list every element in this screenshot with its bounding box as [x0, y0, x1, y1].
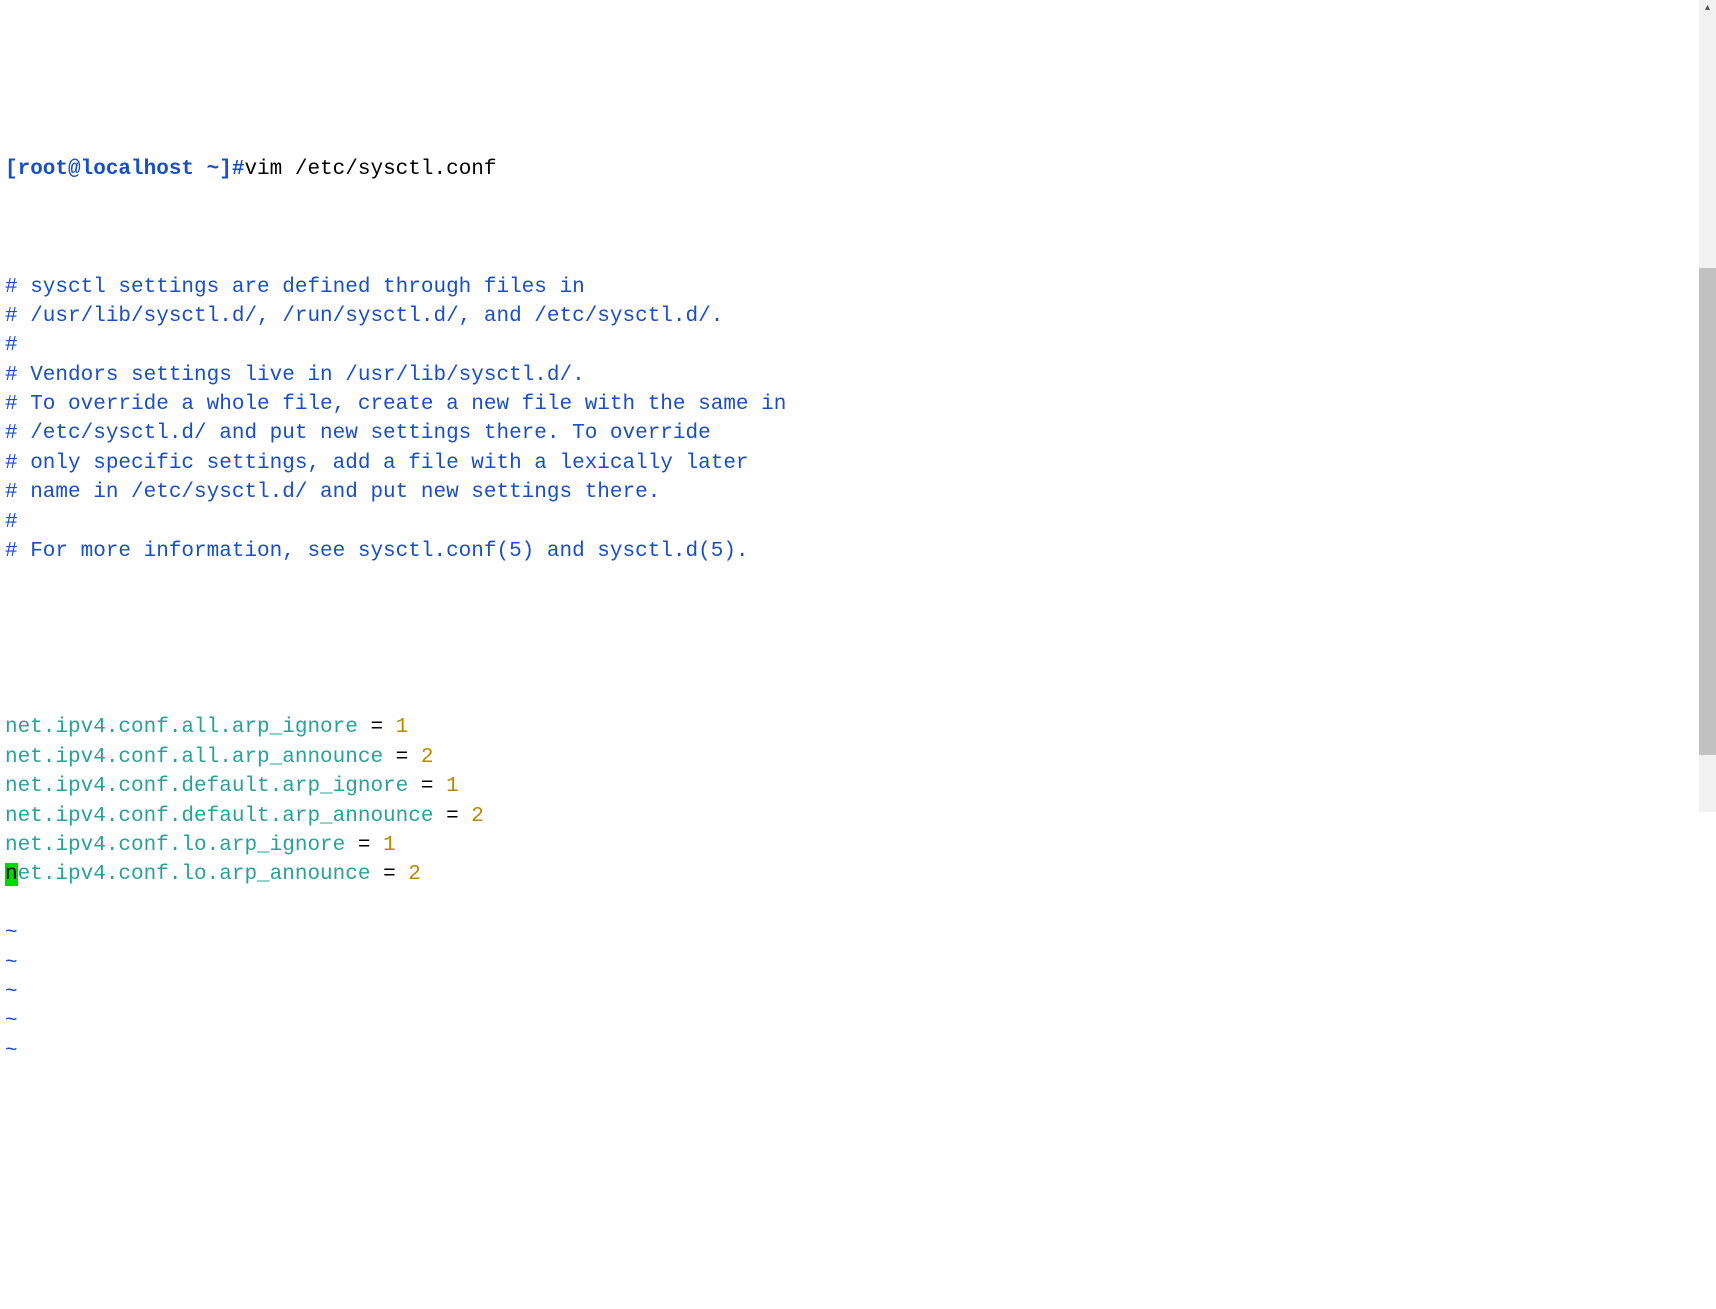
comment-line: # Vendors settings live in /usr/lib/sysc… [5, 361, 1711, 390]
sysctl-value: 2 [408, 863, 421, 886]
command-text: vim /etc/sysctl.conf [244, 158, 496, 181]
sysctl-value: 1 [383, 834, 396, 857]
comment-line: # [5, 508, 1711, 537]
blank-line [5, 596, 1711, 625]
comment-line: # /usr/lib/sysctl.d/, /run/sysctl.d/, an… [5, 302, 1711, 331]
sysctl-setting-line: net.ipv4.conf.default.arp_announce = 2 [5, 802, 1711, 831]
terminal-content[interactable]: [root@localhost ~]#vim /etc/sysctl.conf … [5, 126, 1711, 1096]
sysctl-setting-line: net.ipv4.conf.lo.arp_announce = 2 [5, 860, 1711, 889]
comment-line: # To override a whole file, create a new… [5, 390, 1711, 419]
comment-block: # sysctl settings are defined through fi… [5, 273, 1711, 567]
equals-sign: = [358, 716, 396, 739]
sysctl-value: 2 [421, 746, 434, 769]
comment-line: # name in /etc/sysctl.d/ and put new set… [5, 478, 1711, 507]
prompt-user-host: [root@localhost ~] [5, 158, 232, 181]
blank-line [5, 655, 1711, 684]
sysctl-setting-line: net.ipv4.conf.all.arp_ignore = 1 [5, 713, 1711, 742]
vim-empty-line-tilde: ~ [5, 919, 1711, 948]
prompt-hash: # [232, 158, 245, 181]
sysctl-key: net.ipv4.conf.all.arp_announce [5, 746, 383, 769]
prompt-line: [root@localhost ~]#vim /etc/sysctl.conf [5, 155, 1711, 184]
sysctl-setting-line: net.ipv4.conf.all.arp_announce = 2 [5, 743, 1711, 772]
sysctl-value: 1 [396, 716, 409, 739]
vim-empty-line-tilde: ~ [5, 1037, 1711, 1066]
sysctl-value: 1 [446, 775, 459, 798]
sysctl-setting-line: net.ipv4.conf.lo.arp_ignore = 1 [5, 831, 1711, 860]
comment-line: # sysctl settings are defined through fi… [5, 273, 1711, 302]
vim-empty-line-tilde: ~ [5, 1007, 1711, 1036]
scrollbar-up-arrow[interactable]: ▴ [1699, 0, 1716, 17]
equals-sign: = [345, 834, 383, 857]
sysctl-setting-line: net.ipv4.conf.default.arp_ignore = 1 [5, 772, 1711, 801]
scrollbar[interactable]: ▴ [1699, 0, 1716, 812]
tilde-block: ~~~~~ [5, 919, 1711, 1066]
vim-empty-line-tilde: ~ [5, 949, 1711, 978]
vim-empty-line-tilde: ~ [5, 978, 1711, 1007]
sysctl-key: net.ipv4.conf.lo.arp_ignore [5, 834, 345, 857]
comment-line: # /etc/sysctl.d/ and put new settings th… [5, 419, 1711, 448]
equals-sign: = [408, 775, 446, 798]
comment-line: # only specific settings, add a file wit… [5, 449, 1711, 478]
sysctl-key: net.ipv4.conf.all.arp_ignore [5, 716, 358, 739]
scrollbar-thumb[interactable] [1699, 268, 1716, 755]
equals-sign: = [383, 746, 421, 769]
sysctl-key: et.ipv4.conf.lo.arp_announce [18, 863, 371, 886]
equals-sign: = [433, 805, 471, 828]
comment-line: # [5, 331, 1711, 360]
comment-line: # For more information, see sysctl.conf(… [5, 537, 1711, 566]
sysctl-key: net.ipv4.conf.default.arp_ignore [5, 775, 408, 798]
sysctl-key: net.ipv4.conf.default.arp_announce [5, 805, 433, 828]
equals-sign: = [370, 863, 408, 886]
sysctl-value: 2 [471, 805, 484, 828]
blank-line [5, 214, 1711, 243]
settings-block: net.ipv4.conf.all.arp_ignore = 1net.ipv4… [5, 713, 1711, 889]
vim-cursor: n [5, 863, 18, 886]
